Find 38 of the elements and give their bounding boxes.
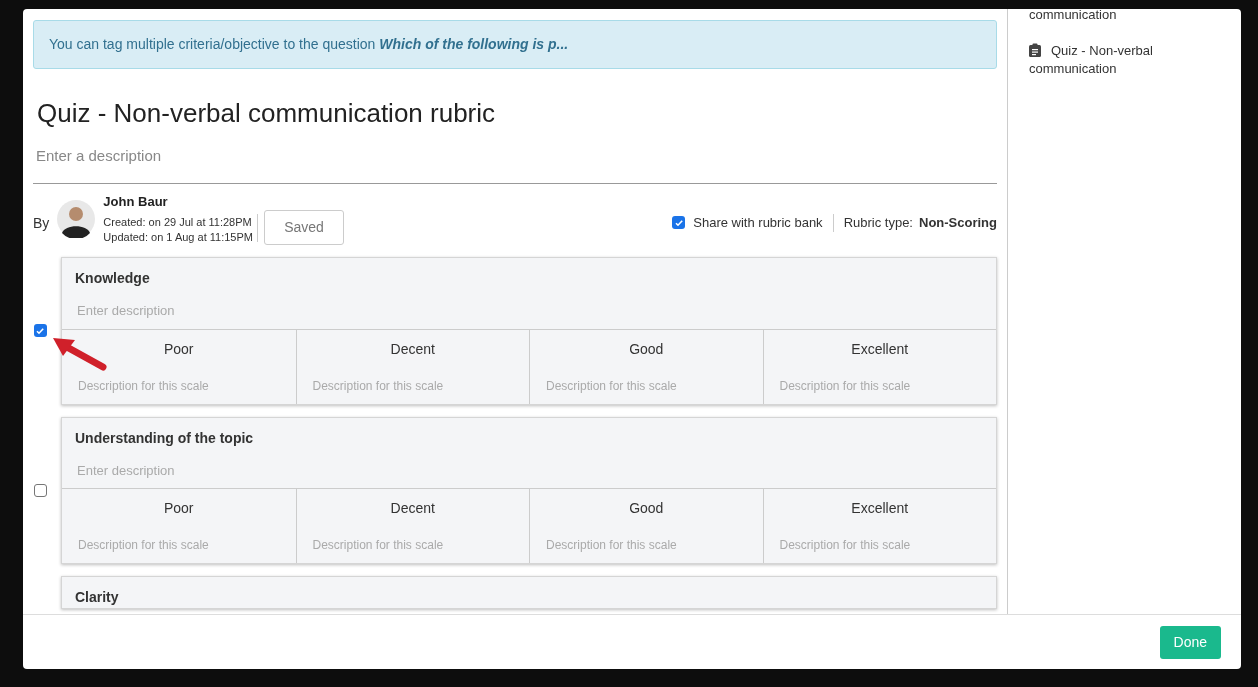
scale-description-field[interactable]: Description for this scale bbox=[779, 376, 980, 395]
by-label: By bbox=[33, 214, 50, 233]
scale-label: Excellent bbox=[850, 339, 910, 359]
criterion-checkbox[interactable] bbox=[33, 483, 47, 497]
scale-label: Excellent bbox=[850, 499, 910, 518]
share-checkbox[interactable] bbox=[672, 216, 686, 229]
criterion-description-field[interactable]: Enter description bbox=[77, 460, 677, 480]
criterion-description-field[interactable]: Enter description bbox=[77, 301, 677, 321]
rubric-description-field[interactable]: Enter a description bbox=[36, 145, 636, 168]
scale-description-field[interactable]: Description for this scale bbox=[546, 376, 747, 395]
scale-description-field[interactable]: Description for this scale bbox=[78, 536, 280, 554]
scale-label: Poor bbox=[162, 339, 195, 359]
scale-description-field[interactable]: Description for this scale bbox=[312, 376, 513, 395]
criterion-title: Clarity bbox=[75, 588, 120, 607]
rubric-type-label: Rubric type: bbox=[843, 213, 913, 232]
scale-description-field[interactable]: Description for this scale bbox=[312, 536, 513, 554]
criterion-checkbox[interactable] bbox=[33, 324, 47, 338]
sidebar-item[interactable]: Quiz - Non-verbal communication bbox=[1029, 42, 1231, 78]
sidebar-item[interactable]: communication bbox=[1029, 9, 1231, 24]
scale-label: Good bbox=[628, 499, 665, 518]
rubric-type-value: Non-Scoring bbox=[919, 213, 997, 232]
share-label: Share with rubric bank bbox=[693, 213, 823, 232]
info-banner: You can tag multiple criteria/objective to the question Which of the following is p... bbox=[33, 20, 997, 69]
criterion-title: Understanding of the topic bbox=[75, 428, 255, 448]
updated-date: Updated: on 1 Aug at 11:15PM bbox=[103, 229, 253, 245]
criterion-title: Knowledge bbox=[75, 269, 151, 288]
rubric-title: Quiz - Non-verbal communication rubric bbox=[37, 97, 497, 130]
avatar-icon bbox=[57, 199, 96, 238]
scale-label: Poor bbox=[162, 499, 195, 518]
scale-label: Good bbox=[628, 339, 665, 359]
scale-description-field[interactable]: Description for this scale bbox=[779, 536, 980, 554]
scale-label: Decent bbox=[389, 339, 436, 359]
scale-label: Decent bbox=[389, 499, 436, 518]
scale-description-field[interactable]: Description for this scale bbox=[546, 536, 747, 554]
saved-button[interactable]: Saved bbox=[264, 210, 344, 245]
created-date: Created: on 29 Jul at 11:28PM bbox=[103, 214, 253, 230]
scale-description-field[interactable]: Description for this scale bbox=[78, 376, 280, 395]
author-name: John Baur bbox=[103, 193, 169, 212]
